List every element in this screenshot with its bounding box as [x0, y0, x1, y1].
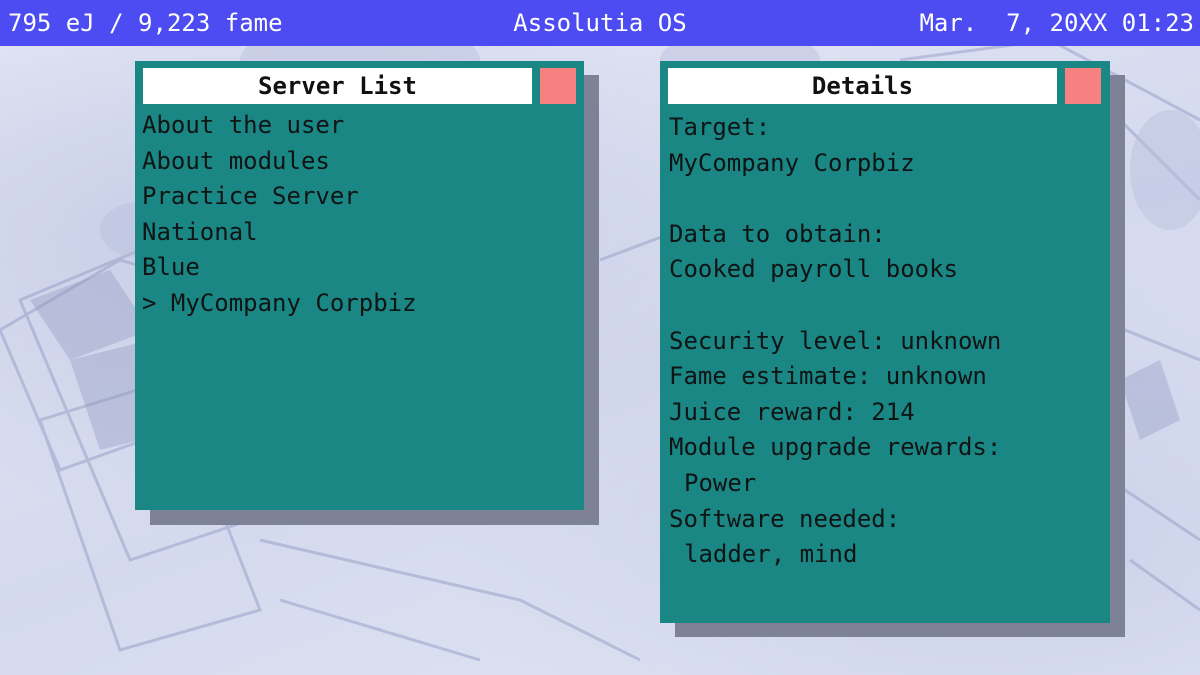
data-value: Cooked payroll books [669, 255, 958, 284]
fame-estimate: Fame estimate: unknown [669, 362, 987, 391]
server-item-about-modules[interactable]: About modules [142, 144, 572, 180]
close-icon[interactable] [540, 68, 576, 104]
target-value: MyCompany Corpbiz [669, 148, 915, 177]
target-heading: Target: [669, 113, 771, 141]
server-list: About the user About modules Practice Se… [142, 108, 572, 322]
software-value: ladder, mind [684, 540, 858, 569]
server-list-title[interactable]: Server List [143, 68, 532, 104]
server-item-national[interactable]: National [142, 215, 572, 251]
security-level: Security level: unknown [669, 326, 1002, 355]
details-window: Details Target: MyCompany Corpbiz Data t… [660, 61, 1110, 623]
close-icon[interactable] [1065, 68, 1101, 104]
server-item-blue[interactable]: Blue [142, 250, 572, 286]
module-value: Power [684, 468, 757, 497]
module-heading: Module upgrade rewards: [669, 433, 1002, 462]
data-heading: Data to obtain: [669, 219, 886, 248]
details-body: Target: MyCompany Corpbiz Data to obtain… [669, 110, 1099, 573]
software-heading: Software needed: [669, 504, 901, 533]
details-title[interactable]: Details [668, 68, 1057, 104]
server-item-practice-server[interactable]: Practice Server [142, 179, 572, 215]
server-item-about-user[interactable]: About the user [142, 108, 572, 144]
top-status-bar: 795 eJ / 9,223 fame Assolutia OS Mar. 7,… [0, 0, 1200, 46]
datetime-readout: Mar. 7, 20XX 01:23 [919, 9, 1194, 37]
server-list-window: Server List About the user About modules… [135, 61, 584, 510]
juice-reward: Juice reward: 214 [669, 397, 915, 426]
server-item-mycompany-selected[interactable]: > MyCompany Corpbiz [142, 286, 572, 322]
